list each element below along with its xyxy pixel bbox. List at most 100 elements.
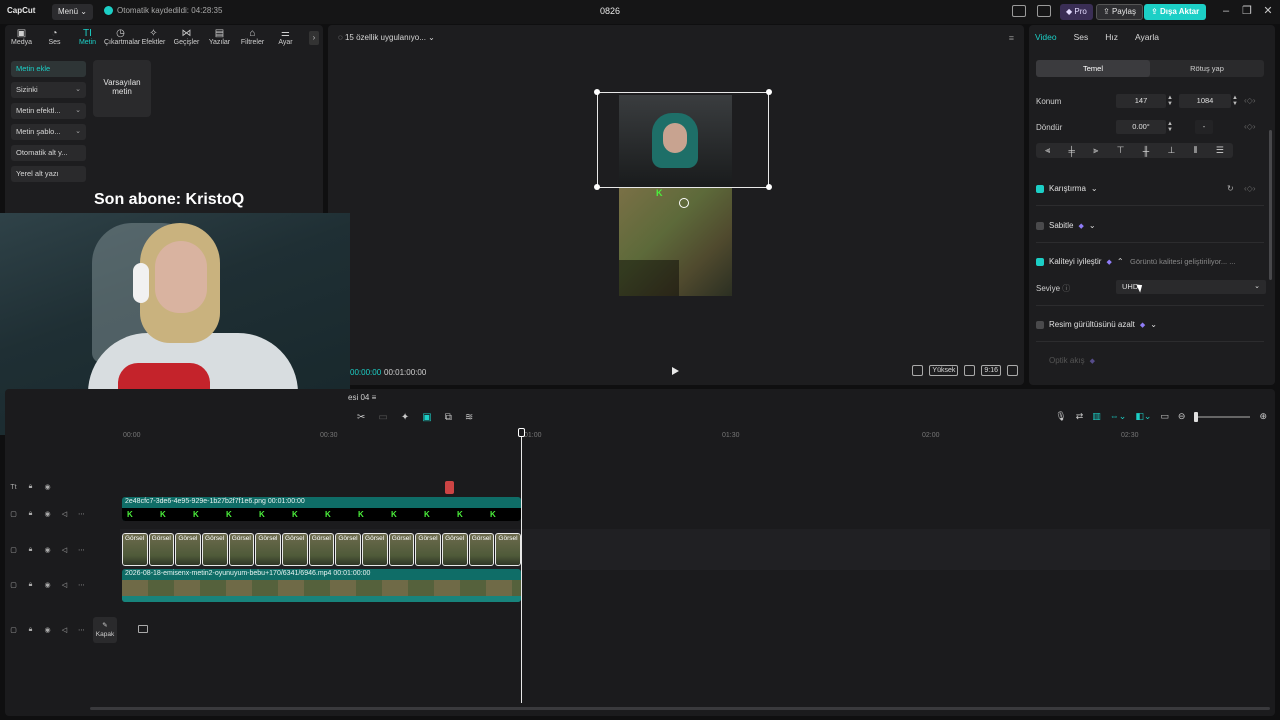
image-thumb-clip[interactable]: Görsel [468, 533, 495, 566]
playhead[interactable] [521, 430, 522, 703]
share-button[interactable]: ⇪ Paylaş [1096, 4, 1143, 20]
video-clip[interactable]: 2026-08-18-emisenx-metin2-oyunuyum-bebu+… [122, 569, 521, 602]
segment-basic[interactable]: Temel [1036, 60, 1150, 77]
tab-speed[interactable]: Hız [1105, 32, 1118, 42]
checkbox-icon[interactable] [1036, 320, 1044, 329]
preview-menu-icon[interactable]: ≡ [1009, 33, 1014, 43]
ratio-button[interactable]: 9:16 [981, 365, 1001, 376]
image-thumb-clip[interactable]: Görsel [122, 533, 148, 566]
tab-stickers[interactable]: ◷ Çıkartmalar [104, 25, 140, 52]
image-thumb-clip[interactable]: Görsel [228, 533, 255, 566]
eye-icon[interactable]: ◉ [44, 546, 51, 554]
text-category-item[interactable]: Metin şablo... ⌄ [11, 124, 86, 140]
text-category-item[interactable]: Yerel alt yazı [11, 166, 86, 182]
tab-adjustments[interactable]: Ayarla [1135, 32, 1159, 42]
checkbox-icon[interactable] [1036, 184, 1044, 193]
image-thumb-clip[interactable]: Görsel [362, 533, 388, 566]
pro-button[interactable]: ◆ Pro [1060, 4, 1093, 20]
keyframe-icon[interactable]: ‹◇› [1244, 184, 1255, 193]
mirror-input[interactable]: - [1195, 120, 1213, 134]
segment-retouch[interactable]: Rötuş yap [1150, 60, 1264, 77]
align-top-icon[interactable]: ⊤ [1117, 145, 1125, 156]
image-clip[interactable]: 2e48cfc7-3de6-4e95-929e-1b27b2f7f1e6.png… [122, 497, 521, 521]
blend-section[interactable]: Karıştırma ⌄ [1036, 184, 1098, 193]
tab-audio[interactable]: ◔ Ses [38, 25, 71, 52]
tab-captions[interactable]: ▤ Yazılar [203, 25, 236, 52]
tab-filters[interactable]: ⌂ Filtreler [236, 25, 269, 52]
checkbox-icon[interactable] [1036, 221, 1044, 230]
stepper-icon[interactable]: ▲ ▼ [1166, 121, 1174, 133]
tab-media[interactable]: ▣ Medya [5, 25, 38, 52]
playhead-handle[interactable] [518, 428, 525, 437]
timeline-scrollbar[interactable] [90, 707, 1270, 710]
image-thumb-clip[interactable]: Görsel [495, 533, 521, 566]
enhance-section[interactable]: Kaliteyi iyileştir ◆ ⌃ [1036, 257, 1124, 266]
resize-handle[interactable] [766, 184, 772, 190]
tab-text[interactable]: TI Metin [71, 25, 104, 52]
main-track-magnet-icon[interactable]: ▥ [1092, 411, 1101, 422]
image-thumb-clip[interactable]: Görsel [148, 533, 175, 566]
play-icon[interactable] [672, 367, 679, 375]
eye-icon[interactable]: ◉ [44, 510, 51, 518]
more-icon[interactable]: ⋯ [78, 581, 85, 589]
rotate-input[interactable]: 0.00° [1116, 120, 1166, 134]
eye-icon[interactable]: ◉ [44, 626, 51, 634]
stepper-icon[interactable]: ▲ ▼ [1166, 95, 1174, 107]
more-icon[interactable]: ⋯ [78, 510, 85, 518]
distribute-v-icon[interactable]: ☰ [1216, 145, 1224, 156]
eye-icon[interactable]: ◉ [44, 483, 51, 491]
align-left-icon[interactable]: ⫷ [1045, 145, 1050, 156]
screenshot-icon[interactable] [964, 365, 976, 376]
tab-adjust[interactable]: ⚌ Ayar [269, 25, 302, 52]
zoom-slider-knob[interactable] [1194, 411, 1199, 422]
speaker-icon[interactable]: ◁ [61, 626, 68, 634]
auto-snap-icon[interactable]: ⇔⌄ [1110, 411, 1127, 422]
position-y-input[interactable]: 1084 [1179, 94, 1231, 108]
caption-icon[interactable]: ▭ [1160, 411, 1169, 422]
tabs-more-icon[interactable]: › [309, 31, 319, 45]
more-icon[interactable]: ⋯ [78, 626, 85, 634]
marker-icon[interactable] [445, 481, 454, 494]
text-category-item[interactable]: Metin efektl... ⌄ [11, 103, 86, 119]
keyframe-icon[interactable]: ‹◇› [1244, 122, 1255, 131]
mic-icon[interactable]: 🎙 [1055, 411, 1066, 422]
close-icon[interactable]: ✕ [1261, 4, 1275, 18]
inspector-scrollbar[interactable] [1269, 130, 1272, 280]
delete-icon[interactable]: ▭ [378, 412, 387, 423]
fit-icon[interactable] [912, 365, 924, 376]
stepper-icon[interactable]: ▲ ▼ [1231, 95, 1239, 107]
align-middle-v-icon[interactable]: ╫ [1143, 146, 1149, 156]
reset-icon[interactable]: ↻ [1227, 184, 1234, 193]
auto-edit-icon[interactable]: ▣ [422, 412, 431, 423]
image-thumb-clip[interactable]: Görsel [255, 533, 282, 566]
image-thumb-clip[interactable]: Görsel [202, 533, 228, 566]
align-right-icon[interactable]: ⫸ [1093, 145, 1098, 156]
resize-handle[interactable] [766, 89, 772, 95]
text-category-item[interactable]: Metin ekle [11, 61, 86, 77]
tab-audio-props[interactable]: Ses [1074, 32, 1089, 42]
lock-icon[interactable]: 🔒︎ [27, 483, 34, 491]
resize-handle[interactable] [594, 89, 600, 95]
optical-flow-section[interactable]: Optik akış ◆ [1049, 356, 1095, 365]
lock-icon[interactable]: 🔒︎ [27, 581, 34, 589]
fullscreen-icon[interactable] [1007, 365, 1018, 376]
lock-icon[interactable]: 🔒︎ [27, 626, 34, 634]
shortcuts-icon[interactable] [1037, 5, 1051, 17]
zoom-out-icon[interactable]: ⊖ [1178, 411, 1186, 422]
resize-handle[interactable] [594, 184, 600, 190]
tab-video[interactable]: Video [1035, 32, 1057, 42]
image-thumb-clip[interactable]: Görsel [335, 533, 362, 566]
speaker-icon[interactable]: ◁ [61, 581, 68, 589]
align-center-h-icon[interactable]: ╪ [1069, 146, 1075, 156]
crop-icon[interactable]: ⧉ [445, 412, 452, 423]
text-category-item[interactable]: Sizinki ⌄ [11, 82, 86, 98]
image-thumb-clip[interactable]: Görsel [415, 533, 442, 566]
preview-axis-icon[interactable]: ◧⌄ [1135, 411, 1151, 422]
distribute-h-icon[interactable]: ⫴ [1194, 145, 1198, 156]
zoom-slider[interactable] [1194, 411, 1251, 422]
more-icon[interactable]: ⋯ [78, 546, 85, 554]
menu-button[interactable]: Menü ⌄ [52, 4, 93, 20]
denoise-section[interactable]: Resim gürültüsünü azalt ◆ ⌄ [1036, 320, 1157, 329]
maximize-icon[interactable]: ❐ [1240, 4, 1254, 18]
position-x-input[interactable]: 147 [1116, 94, 1166, 108]
